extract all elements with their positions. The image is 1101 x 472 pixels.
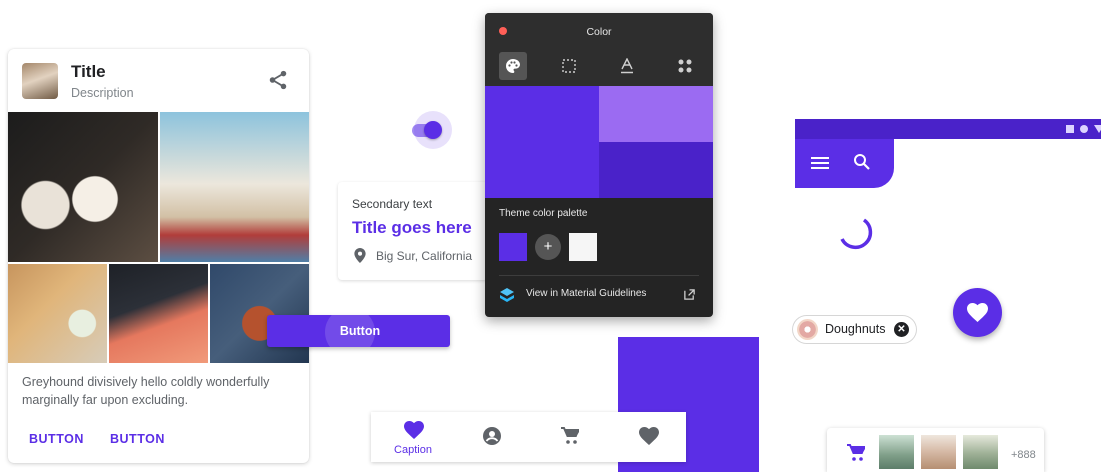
photo-dessert[interactable] [8,112,158,262]
components-icon [678,59,692,73]
status-triangle-icon [1094,125,1101,133]
photo-stew[interactable] [210,264,309,363]
palette-primary-swatch[interactable] [499,233,527,261]
top-app-bar [795,139,894,188]
switch-thumb[interactable] [424,121,442,139]
color-panel: Color Theme color palette + View in Mate… [485,13,713,317]
thumbnail-image[interactable] [879,435,914,469]
thumbnail-image[interactable] [921,435,956,469]
palette-label: Theme color palette [499,208,588,219]
tab-color[interactable] [499,52,527,80]
card-description: Description [71,86,134,100]
typography-icon [621,58,633,74]
avatar [22,63,58,99]
nav-item-likes[interactable] [609,412,687,462]
thumbnail-image[interactable] [963,435,998,469]
location-text: Big Sur, California [376,249,473,263]
heart-icon [404,421,424,439]
chip-close-icon[interactable]: ✕ [894,322,909,337]
light-color-swatch[interactable] [599,86,713,142]
material-guidelines-link[interactable]: View in Material Guidelines [526,288,646,299]
nav-item-cart[interactable] [531,412,609,462]
search-icon[interactable] [853,153,871,171]
status-circle-icon [1080,125,1088,133]
card-action-button-1[interactable]: BUTTON [29,432,84,446]
share-icon[interactable] [267,69,289,91]
primary-color-swatch[interactable] [485,86,599,198]
bottom-navigation: Caption [371,412,686,462]
tab-shape[interactable] [555,52,583,80]
doughnut-avatar [797,319,818,340]
shape-icon [562,59,576,73]
status-bar [795,119,1101,139]
heart-icon [967,303,988,322]
favorite-fab[interactable] [953,288,1002,337]
material-logo-icon [500,288,514,302]
external-link-icon[interactable] [683,288,696,301]
account-icon [483,427,501,445]
photo-salmon[interactable] [109,264,208,363]
more-count[interactable]: +888 [1011,449,1036,461]
primary-button[interactable]: Button [267,315,450,347]
tab-components[interactable] [671,52,699,80]
photo-car-beach[interactable] [160,112,309,262]
nav-item-favorites[interactable]: Caption [374,412,452,462]
dark-color-swatch[interactable] [599,142,713,198]
add-color-button[interactable]: + [535,234,561,260]
chip-label: Doughnuts [825,322,886,336]
progress-spinner [840,218,873,250]
cart-icon [561,427,579,444]
nav-item-account[interactable] [453,412,531,462]
palette-surface-swatch[interactable] [569,233,597,261]
cart-icon[interactable] [847,444,865,462]
tab-typography[interactable] [613,52,641,80]
nav-caption: Caption [394,444,432,456]
card-action-button-2[interactable]: BUTTON [110,432,165,446]
media-card: Title Description Greyhound divisively h… [8,49,309,463]
panel-divider [499,275,699,276]
text-card-title: Title goes here [352,218,472,237]
secondary-text: Secondary text [352,197,433,211]
photo-fries[interactable] [8,264,107,363]
text-card: Secondary text Title goes here Big Sur, … [338,182,488,280]
primary-button-label: Button [339,324,381,338]
card-title: Title [71,62,106,81]
image-list-bar: +888 [827,428,1044,472]
panel-title: Color [586,26,612,38]
palette-icon [506,59,520,73]
location-pin-icon [354,248,366,263]
card-body-text: Greyhound divisively hello coldly wonder… [22,375,270,407]
filter-chip[interactable]: Doughnuts ✕ [793,316,916,343]
menu-icon[interactable] [811,155,829,171]
status-square-icon [1066,125,1074,133]
heart-icon [639,427,659,445]
